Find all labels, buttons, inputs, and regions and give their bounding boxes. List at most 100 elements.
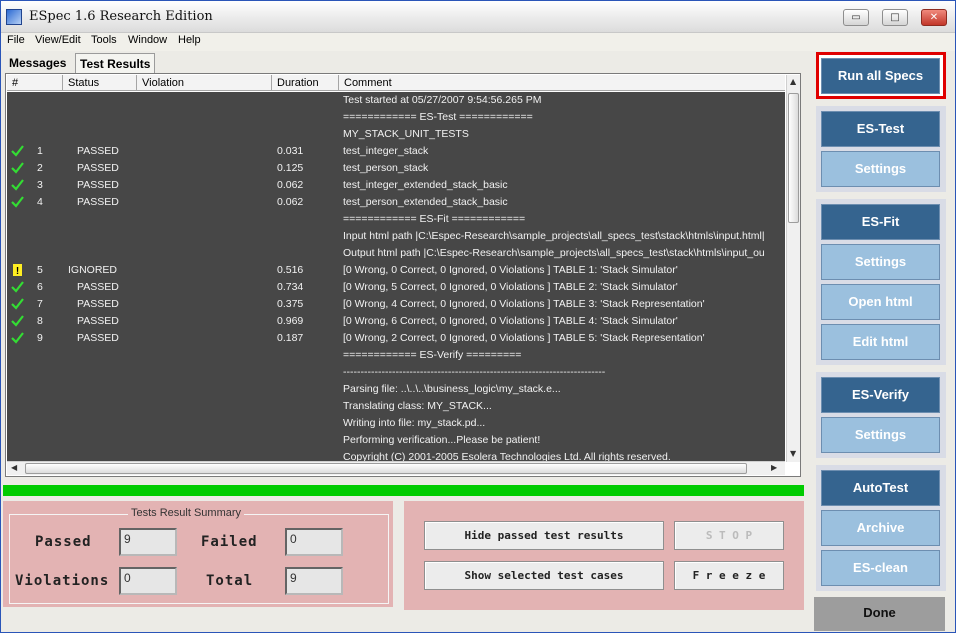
row-comment: Parsing file: ..\..\..\business_logic\my… bbox=[343, 383, 561, 395]
violations-label: Violations bbox=[15, 573, 110, 589]
row-number: 9 bbox=[37, 332, 43, 344]
check-icon bbox=[11, 332, 24, 344]
row-status: IGNORED bbox=[68, 264, 118, 276]
es-fit-button[interactable]: ES-Fit bbox=[821, 204, 940, 240]
table-row[interactable]: Translating class: MY_STACK... bbox=[7, 398, 785, 415]
row-duration: 0.187 bbox=[277, 332, 304, 344]
menu-file[interactable]: File bbox=[7, 34, 25, 46]
row-comment: Output html path |C:\Espec-Research\samp… bbox=[343, 247, 765, 259]
table-row[interactable]: 9 PASSED 0.187 [0 Wrong, 2 Correct, 0 Ignor… bbox=[7, 330, 785, 347]
column-header-status[interactable]: Status bbox=[63, 75, 137, 91]
column-header-violation[interactable]: Violation bbox=[137, 75, 272, 91]
table-row[interactable]: 2 PASSED 0.125 test_person_stack bbox=[7, 160, 785, 177]
stop-button[interactable]: S T O P bbox=[674, 521, 784, 550]
table-row[interactable]: 4 PASSED 0.062 test_person_extended_stack_b… bbox=[7, 194, 785, 211]
menu-window[interactable]: Window bbox=[128, 34, 167, 46]
title-bar: ESpec 1.6 Research Edition ▭ □ ✕ bbox=[1, 1, 955, 33]
es-test-button[interactable]: ES-Test bbox=[821, 111, 940, 147]
row-status: PASSED bbox=[77, 315, 119, 327]
tab-test-results[interactable]: Test Results bbox=[75, 53, 156, 73]
table-row[interactable]: Test started at 05/27/2007 9:54:56.265 P… bbox=[7, 92, 785, 109]
run-all-specs-button[interactable]: Run all Specs bbox=[821, 58, 940, 94]
table-row[interactable]: Performing verification...Please be pati… bbox=[7, 432, 785, 449]
svg-text:!: ! bbox=[16, 266, 19, 276]
row-duration: 0.062 bbox=[277, 196, 304, 208]
row-comment: [0 Wrong, 5 Correct, 0 Ignored, 0 Violat… bbox=[343, 281, 678, 293]
row-comment: test_integer_extended_stack_basic bbox=[343, 179, 508, 191]
row-number: 3 bbox=[37, 179, 43, 191]
column-header-duration[interactable]: Duration bbox=[272, 75, 339, 91]
row-comment: ----------------------------------------… bbox=[343, 366, 606, 378]
minimize-button[interactable]: ▭ bbox=[843, 9, 869, 26]
hide-passed-results-button[interactable]: Hide passed test results bbox=[424, 521, 664, 550]
table-row[interactable]: ----------------------------------------… bbox=[7, 364, 785, 381]
menu-help[interactable]: Help bbox=[178, 34, 201, 46]
close-button[interactable]: ✕ bbox=[921, 9, 947, 26]
passed-field[interactable]: 9 bbox=[119, 528, 177, 556]
table-row[interactable]: ============ ES-Test ============ bbox=[7, 109, 785, 126]
table-row[interactable]: 8 PASSED 0.969 [0 Wrong, 6 Correct, 0 Ignor… bbox=[7, 313, 785, 330]
table-row[interactable]: MY_STACK_UNIT_TESTS bbox=[7, 126, 785, 143]
table-row[interactable]: ! 5 IGNORED 0.516 [0 Wrong, 0 Correct, 0 Ig… bbox=[7, 262, 785, 279]
check-icon bbox=[11, 281, 24, 293]
freeze-button[interactable]: F r e e z e bbox=[674, 561, 784, 590]
table-row[interactable]: Copyright (C) 2001-2005 Esolera Technolo… bbox=[7, 449, 785, 461]
es-verify-button[interactable]: ES-Verify bbox=[821, 377, 940, 413]
autotest-button[interactable]: AutoTest bbox=[821, 470, 940, 506]
app-icon bbox=[6, 9, 22, 25]
scroll-up-icon[interactable]: ▲ bbox=[790, 77, 796, 86]
violations-field[interactable]: 0 bbox=[119, 567, 177, 595]
table-row[interactable]: ============ ES-Fit ============ bbox=[7, 211, 785, 228]
scroll-down-icon[interactable]: ▼ bbox=[790, 449, 796, 458]
column-header-comment[interactable]: Comment bbox=[339, 75, 785, 91]
table-row[interactable]: 6 PASSED 0.734 [0 Wrong, 5 Correct, 0 Ignor… bbox=[7, 279, 785, 296]
test-results-table: # Status Violation Duration Comment Test… bbox=[5, 73, 801, 477]
actions-panel: Hide passed test results S T O P Show se… bbox=[404, 501, 804, 610]
vertical-scrollbar[interactable]: ▲ ▼ bbox=[786, 75, 800, 462]
es-test-settings-button[interactable]: Settings bbox=[821, 151, 940, 187]
table-row[interactable]: 7 PASSED 0.375 [0 Wrong, 4 Correct, 0 Ignor… bbox=[7, 296, 785, 313]
menu-view-edit[interactable]: View/Edit bbox=[35, 34, 81, 46]
table-row[interactable]: Parsing file: ..\..\..\business_logic\my… bbox=[7, 381, 785, 398]
column-header-number[interactable]: # bbox=[7, 75, 63, 91]
row-comment: ============ ES-Verify ========= bbox=[343, 349, 522, 361]
failed-field[interactable]: 0 bbox=[285, 528, 343, 556]
espec-window: ESpec 1.6 Research Edition ▭ □ ✕ File Vi… bbox=[0, 0, 956, 633]
vertical-scroll-thumb[interactable] bbox=[788, 93, 799, 223]
horizontal-scrollbar[interactable]: ◀ ▶ bbox=[7, 461, 785, 475]
es-verify-settings-button[interactable]: Settings bbox=[821, 417, 940, 453]
table-row[interactable]: Input html path |C:\Espec-Research\sampl… bbox=[7, 228, 785, 245]
table-row[interactable]: Writing into file: my_stack.pd... bbox=[7, 415, 785, 432]
table-row[interactable]: 1 PASSED 0.031 test_integer_stack bbox=[7, 143, 785, 160]
row-comment: ============ ES-Fit ============ bbox=[343, 213, 526, 225]
failed-label: Failed bbox=[201, 534, 258, 550]
open-html-button[interactable]: Open html bbox=[821, 284, 940, 320]
horizontal-scroll-thumb[interactable] bbox=[25, 463, 747, 474]
scroll-right-icon[interactable]: ▶ bbox=[771, 463, 777, 472]
menu-tools[interactable]: Tools bbox=[91, 34, 117, 46]
tests-result-summary-panel: Tests Result Summary Passed 9 Failed 0 V… bbox=[3, 501, 393, 607]
table-row[interactable]: Output html path |C:\Espec-Research\samp… bbox=[7, 245, 785, 262]
archive-button[interactable]: Archive bbox=[821, 510, 940, 546]
edit-html-button[interactable]: Edit html bbox=[821, 324, 940, 360]
tab-messages[interactable]: Messages bbox=[5, 53, 70, 73]
row-duration: 0.969 bbox=[277, 315, 304, 327]
row-status: PASSED bbox=[77, 162, 119, 174]
table-row[interactable]: ============ ES-Verify ========= bbox=[7, 347, 785, 364]
table-row[interactable]: 3 PASSED 0.062 test_integer_extended_stack_… bbox=[7, 177, 785, 194]
row-comment: Test started at 05/27/2007 9:54:56.265 P… bbox=[343, 94, 542, 106]
total-field[interactable]: 9 bbox=[285, 567, 343, 595]
check-icon bbox=[11, 298, 24, 310]
done-button[interactable]: Done bbox=[814, 597, 945, 631]
row-duration: 0.375 bbox=[277, 298, 304, 310]
row-comment: [0 Wrong, 2 Correct, 0 Ignored, 0 Violat… bbox=[343, 332, 705, 344]
maximize-button[interactable]: □ bbox=[882, 9, 908, 26]
row-duration: 0.125 bbox=[277, 162, 304, 174]
show-selected-test-cases-button[interactable]: Show selected test cases bbox=[424, 561, 664, 590]
es-fit-settings-button[interactable]: Settings bbox=[821, 244, 940, 280]
row-duration: 0.031 bbox=[277, 145, 304, 157]
es-clean-button[interactable]: ES-clean bbox=[821, 550, 940, 586]
scroll-left-icon[interactable]: ◀ bbox=[11, 463, 17, 472]
row-number: 8 bbox=[37, 315, 43, 327]
row-status: PASSED bbox=[77, 179, 119, 191]
